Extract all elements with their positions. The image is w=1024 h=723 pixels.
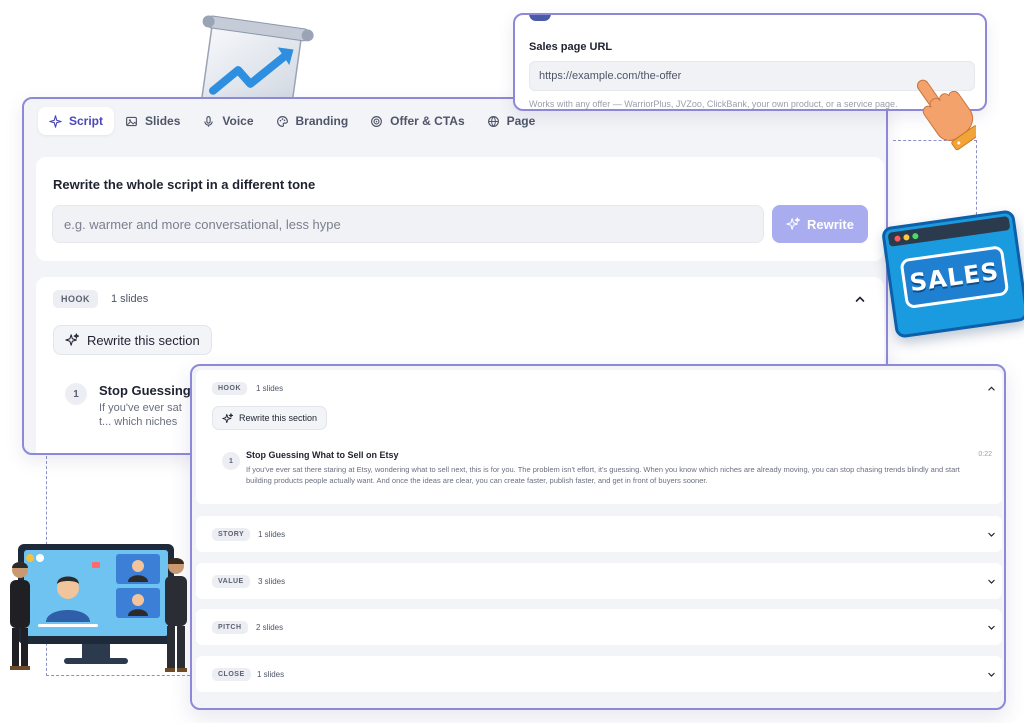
tone-title: Rewrite the whole script in a different … [53,177,316,192]
slide-number: 1 [222,452,240,470]
slide-title: Stop Guessing What to Sell on Etsy [246,450,399,460]
slide-body: If you've ever sat there staring at Etsy… [246,465,960,485]
tab-label: Branding [295,114,349,128]
editor-tabs: Script Slides Voice Branding Offer & CTA… [38,107,546,135]
slide-count: 3 slides [258,577,286,586]
slide-title: Stop Guessing [99,383,191,398]
slide-count: 1 slides [258,530,286,539]
section-hook: HOOK 1 slides Rewrite this section 1 Sto… [196,370,1002,504]
browser-dot [911,232,919,240]
chevron-up-icon[interactable] [987,384,996,393]
tab-branding[interactable]: Branding [265,107,360,135]
section-tag: VALUE [212,575,250,588]
slide-number: 1 [65,383,87,405]
rewrite-button[interactable]: Rewrite [772,205,868,243]
rewrite-section-label: Rewrite this section [87,332,200,348]
rewrite-section-button[interactable]: Rewrite this section [53,325,212,355]
tab-label: Script [69,114,104,128]
rewrite-section-button[interactable]: Rewrite this section [212,406,328,430]
script-sections-card: HOOK 1 slides Rewrite this section 1 Sto… [190,364,1006,710]
tab-label: Voice [222,114,254,128]
tab-label: Page [506,114,536,128]
card-tab-indicator [529,15,551,21]
tab-label: Offer & CTAs [390,114,465,128]
tab-slides[interactable]: Slides [114,107,191,135]
tab-label: Slides [145,114,181,128]
section-tag: HOOK [53,290,98,308]
chevron-down-icon[interactable] [987,530,996,539]
chevron-down-icon[interactable] [987,670,996,679]
connector-line [976,140,977,220]
sales-url-help: Works with any offer — WarriorPlus, JVZo… [529,99,898,109]
sparkle-icon [786,217,801,230]
sales-badge-icon: SALES [880,209,1024,339]
sparkle-icon [65,333,79,346]
section-tag: HOOK [212,382,247,395]
section-close[interactable]: CLOSE 1 slides [196,656,1002,692]
section-value[interactable]: VALUE 3 slides [196,563,1002,599]
chevron-down-icon[interactable] [987,623,996,632]
tab-voice[interactable]: Voice [191,107,264,135]
microphone-icon [204,115,214,127]
video-call-illustration [10,544,187,672]
section-tag: CLOSE [212,668,251,681]
rewrite-section-label: Rewrite this section [239,413,318,423]
rewrite-button-label: Rewrite [807,216,854,232]
sales-url-label: Sales page URL [529,41,613,53]
tab-page[interactable]: Page [476,107,547,135]
tone-input[interactable]: e.g. warmer and more conversational, les… [52,205,764,243]
tone-rewrite-panel: Rewrite the whole script in a different … [36,157,884,261]
slide-count: 1 slides [257,670,285,679]
slide-body: If you've ever sat t... which niches are [99,402,182,428]
chevron-up-icon[interactable] [854,293,866,305]
section-tag: STORY [212,528,251,541]
tab-offer-ctas[interactable]: Offer & CTAs [359,107,475,135]
globe-icon [487,115,499,127]
browser-dot [894,235,901,243]
section-pitch[interactable]: PITCH 2 slides [196,609,1002,645]
sparkle-icon [49,114,62,128]
sparkle-icon [222,412,233,423]
tab-script[interactable]: Script [38,107,115,135]
pointing-hand-icon [916,79,976,151]
slide-count: 2 slides [256,623,284,632]
target-icon [371,115,383,127]
slide-count: 1 slides [256,384,284,393]
section-story[interactable]: STORY 1 slides [196,516,1002,552]
image-icon [126,116,137,126]
palette-icon [276,115,288,127]
section-tag: PITCH [212,621,248,634]
chevron-down-icon[interactable] [987,577,996,586]
browser-dot [903,234,910,241]
slide-duration: 0:22 [978,451,992,458]
slide-count: 1 slides [111,293,149,305]
